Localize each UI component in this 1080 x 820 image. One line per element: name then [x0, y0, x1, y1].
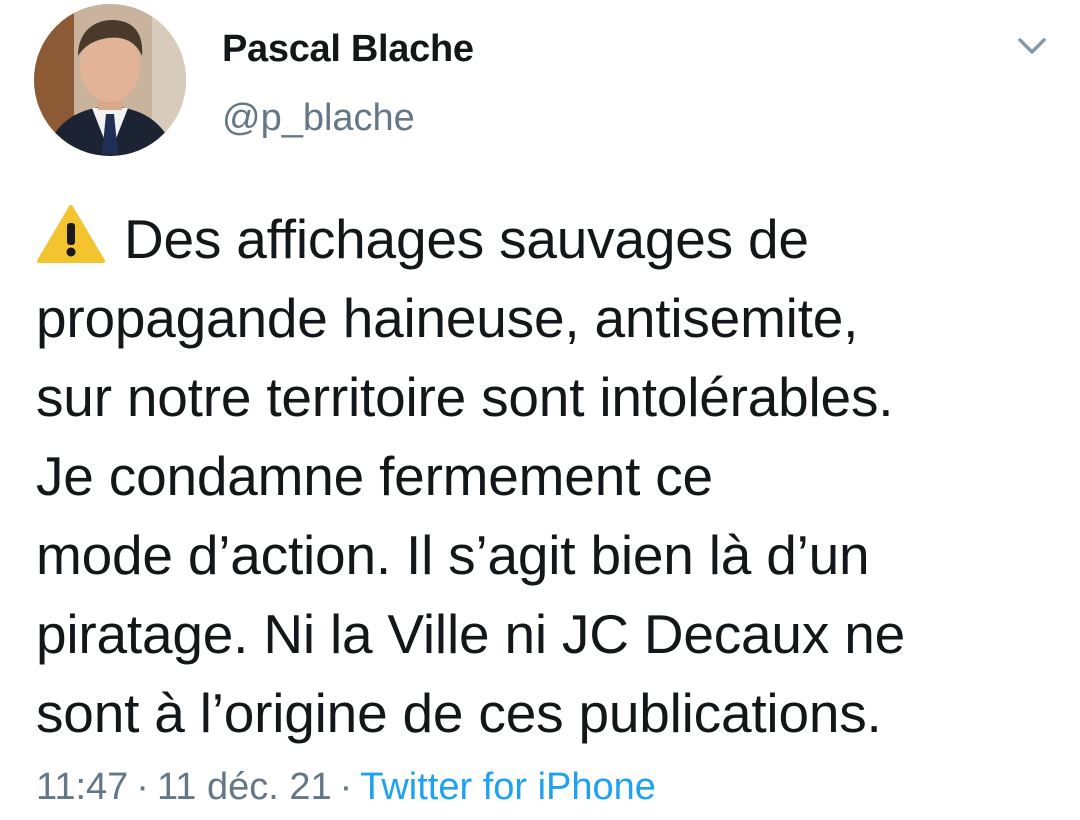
tweet-date[interactable]: 11 déc. 21	[157, 766, 332, 808]
tweet-line: Je condamne fermement ce	[36, 445, 713, 507]
tweet-text: Des affichages sauvages de propagande ha…	[36, 200, 1066, 753]
meta-separator: ·	[339, 766, 353, 808]
avatar[interactable]	[34, 4, 186, 156]
tweet-meta: 11:47 · 11 déc. 21 · Twitter for iPhone	[36, 766, 656, 809]
warning-icon	[36, 204, 106, 264]
tweet-line: sur notre territoire sont intolérables.	[36, 366, 894, 428]
tweet-source-link[interactable]: Twitter for iPhone	[360, 766, 656, 808]
author-handle[interactable]: @p_blache	[222, 97, 415, 140]
tweet-line: Des affichages sauvages de	[36, 200, 1066, 279]
author-display-name[interactable]: Pascal Blache	[222, 28, 474, 71]
tweet-line: mode d’action. Il s’agit bien là d’un	[36, 524, 870, 586]
tweet-line: piratage. Ni la Ville ni JC Decaux ne	[36, 603, 905, 665]
profile-photo	[34, 4, 186, 156]
chevron-down-icon[interactable]	[1014, 34, 1050, 58]
tweet-line: propagande haineuse, antisemite,	[36, 287, 859, 349]
tweet-line-text: Des affichages sauvages de	[124, 208, 809, 270]
meta-separator: ·	[136, 766, 149, 808]
tweet-line: sont à l’origine de ces publications.	[36, 682, 882, 744]
tweet-time[interactable]: 11:47	[36, 766, 128, 808]
